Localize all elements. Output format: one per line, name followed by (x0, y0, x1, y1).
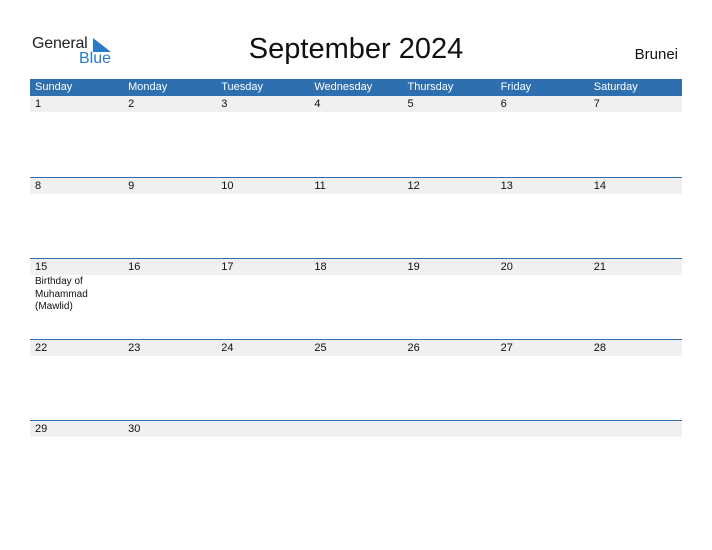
day-number: 24 (221, 342, 234, 354)
day-event (589, 437, 682, 438)
event-row (30, 112, 682, 113)
date-band: 29 30 (30, 421, 682, 437)
week-row: 22 23 24 25 26 27 28 (30, 339, 682, 420)
day-event (403, 275, 496, 314)
day-event (216, 275, 309, 314)
day-event (403, 112, 496, 113)
day-number: 17 (221, 261, 234, 273)
weekday-tuesday: Tuesday (221, 81, 264, 93)
day-number: 3 (221, 98, 228, 110)
date-band: 8 9 10 11 12 13 14 (30, 178, 682, 194)
day-event (216, 194, 309, 195)
day-event: Birthday of Muhammad (Mawlid) (35, 276, 88, 312)
day-event (589, 275, 682, 314)
day-number: 11 (314, 180, 326, 192)
day-event (123, 437, 216, 438)
day-number: 30 (128, 423, 141, 435)
day-event (309, 437, 402, 438)
day-event (123, 112, 216, 113)
day-number: 26 (407, 342, 420, 354)
day-number (216, 421, 309, 437)
day-number: 28 (593, 342, 606, 354)
day-number: 9 (128, 180, 135, 192)
event-row (30, 437, 682, 438)
weekday-header: Sunday Monday Tuesday Wednesday Thursday… (30, 79, 682, 96)
event-row (30, 194, 682, 195)
day-number: 7 (593, 98, 600, 110)
day-event (403, 437, 496, 438)
weekday-wednesday: Wednesday (314, 81, 373, 93)
day-number: 29 (35, 423, 48, 435)
day-number: 5 (407, 98, 414, 110)
day-number: 20 (500, 261, 513, 273)
day-event (496, 112, 589, 113)
day-event (30, 437, 123, 438)
day-event (496, 194, 589, 195)
weekday-saturday: Saturday (593, 81, 638, 93)
day-number (403, 421, 496, 437)
day-event (496, 275, 589, 314)
day-event (309, 194, 402, 195)
event-row: Birthday of Muhammad (Mawlid) (30, 275, 682, 314)
day-event (309, 112, 402, 113)
day-event (403, 356, 496, 357)
day-number: 1 (35, 98, 42, 110)
day-event (589, 112, 682, 113)
day-event (30, 356, 123, 357)
day-event (496, 437, 589, 438)
day-number: 2 (128, 98, 135, 110)
week-row: 15 16 17 18 19 20 21 Birthday of Muhammad (Mawl… (30, 258, 682, 339)
day-number: 18 (314, 261, 327, 273)
day-number: 19 (407, 261, 420, 273)
date-band: 22 23 24 25 26 27 28 (30, 340, 682, 356)
day-number: 10 (221, 180, 234, 192)
day-number: 6 (500, 98, 507, 110)
day-number: 14 (593, 180, 606, 192)
day-number: 25 (314, 342, 327, 354)
day-event (30, 194, 123, 195)
event-row (30, 356, 682, 357)
day-event (496, 356, 589, 357)
day-event (589, 194, 682, 195)
day-event (30, 112, 123, 113)
day-number: 15 (35, 261, 48, 273)
weeks-container: 1 2 3 4 5 6 7 8 9 10 11 12 13 14 15 16 17 18 19 20 21 Birthda… (30, 96, 682, 501)
day-number: 4 (314, 98, 321, 110)
day-number (589, 421, 682, 437)
day-number: 13 (500, 180, 513, 192)
country-label: Brunei (634, 46, 678, 63)
weekday-sunday: Sunday (35, 81, 73, 93)
day-event (216, 437, 309, 438)
week-row: 8 9 10 11 12 13 14 (30, 177, 682, 258)
weekday-friday: Friday (500, 81, 532, 93)
weekday-monday: Monday (128, 81, 168, 93)
calendar-grid: Sunday Monday Tuesday Wednesday Thursday… (30, 79, 682, 501)
week-row: 1 2 3 4 5 6 7 (30, 96, 682, 177)
day-number (309, 421, 402, 437)
day-event (403, 194, 496, 195)
day-event (123, 356, 216, 357)
day-number: 12 (407, 180, 420, 192)
day-event (123, 275, 216, 314)
day-event (123, 194, 216, 195)
day-event (589, 356, 682, 357)
day-number: 8 (35, 180, 42, 192)
day-number: 27 (500, 342, 513, 354)
day-number: 23 (128, 342, 141, 354)
day-number: 16 (128, 261, 141, 273)
date-band: 1 2 3 4 5 6 7 (30, 96, 682, 112)
day-event (309, 275, 402, 314)
date-band: 15 16 17 18 19 20 21 (30, 259, 682, 275)
day-number: 22 (35, 342, 48, 354)
day-event (216, 112, 309, 113)
day-number (496, 421, 589, 437)
weekday-thursday: Thursday (407, 81, 454, 93)
calendar-title: September 2024 (248, 33, 464, 65)
day-event (309, 356, 402, 357)
week-row: 29 30 (30, 420, 682, 501)
day-event (216, 356, 309, 357)
day-number: 21 (593, 261, 606, 273)
